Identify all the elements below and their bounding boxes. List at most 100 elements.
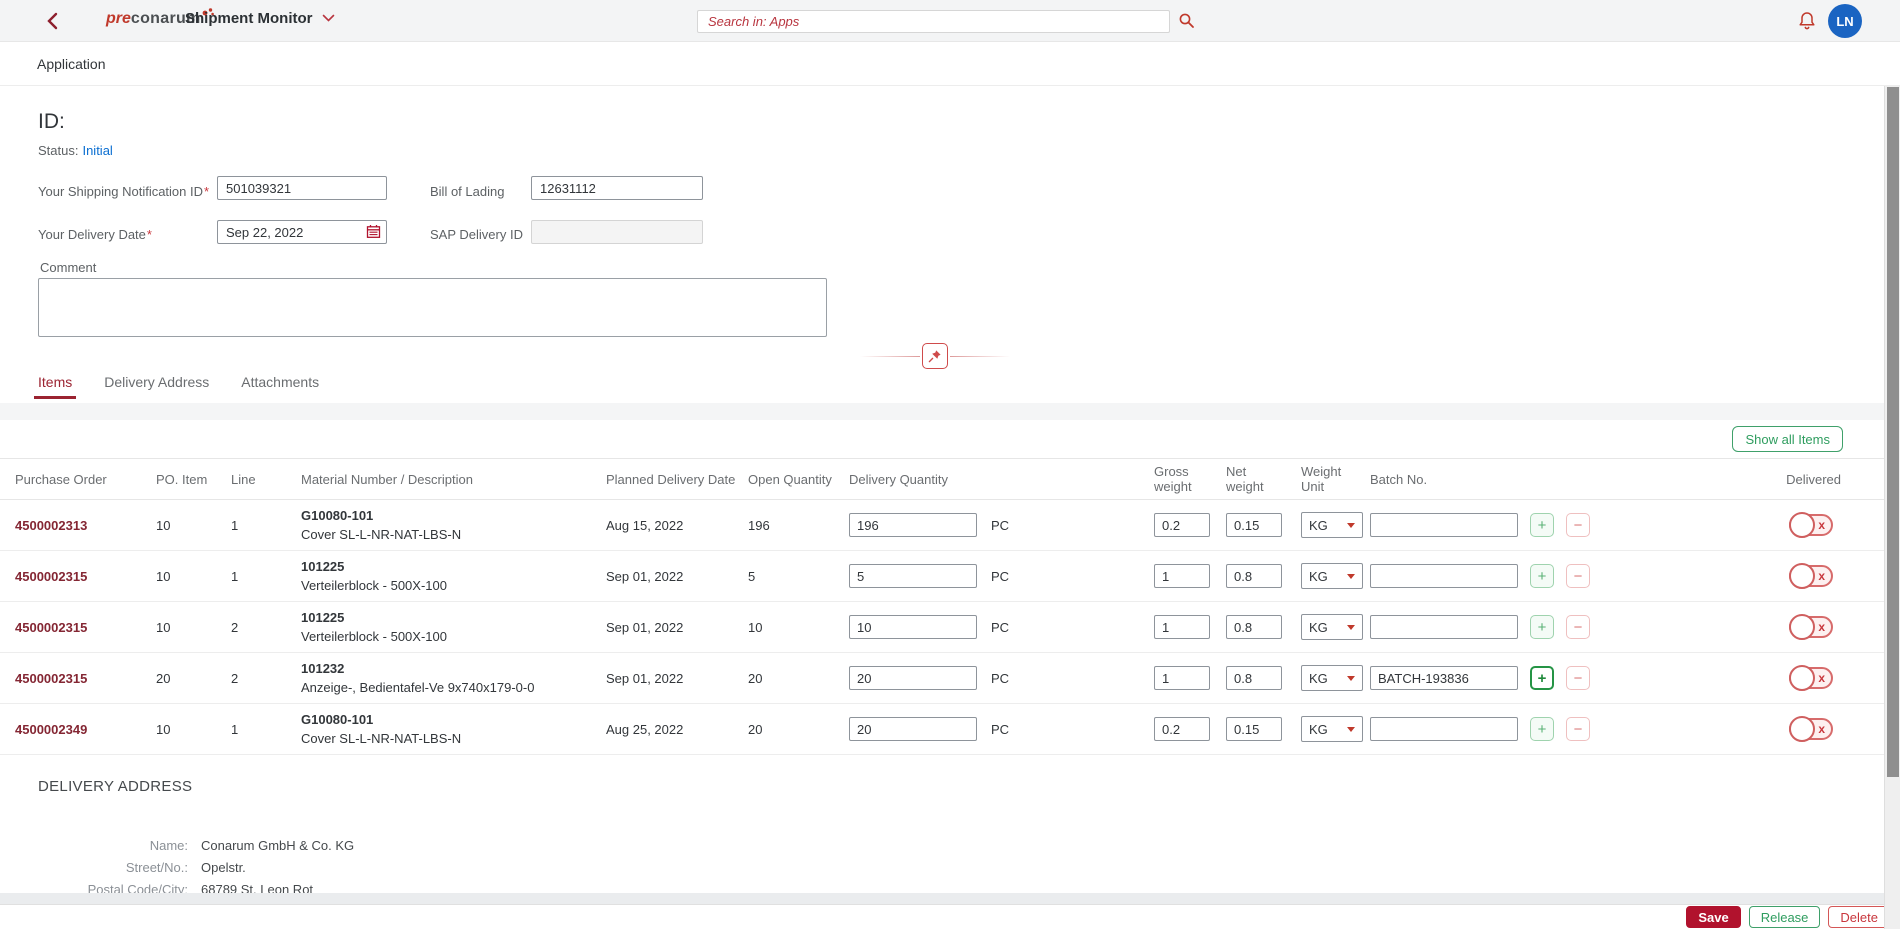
weight-unit-select[interactable]: KG (1301, 665, 1363, 691)
purchase-order-link[interactable]: 4500002315 (15, 569, 87, 584)
net-weight-input[interactable] (1226, 666, 1282, 690)
remove-batch-button[interactable]: − (1566, 717, 1590, 741)
add-batch-button[interactable]: + (1530, 666, 1554, 690)
tab-items[interactable]: Items (38, 374, 72, 399)
remove-batch-button[interactable]: − (1566, 564, 1590, 588)
save-button[interactable]: Save (1686, 906, 1740, 928)
delivered-toggle[interactable]: x (1789, 514, 1833, 536)
remove-batch-button[interactable]: − (1566, 666, 1590, 690)
add-batch-button[interactable]: + (1530, 615, 1554, 639)
show-all-items-button[interactable]: Show all Items (1732, 426, 1843, 452)
back-icon[interactable] (46, 12, 59, 35)
page-title: ID: (38, 110, 65, 134)
chevron-down-icon (322, 14, 335, 23)
footer-separator (0, 893, 1900, 904)
status-row: Status:Initial (38, 143, 113, 158)
delivery-date-input[interactable] (217, 220, 387, 244)
weight-unit-select[interactable]: KG (1301, 512, 1363, 538)
delivery-quantity-input[interactable] (849, 666, 977, 690)
add-batch-button[interactable]: + (1530, 513, 1554, 537)
weight-unit-select[interactable]: KG (1301, 614, 1363, 640)
release-button[interactable]: Release (1749, 906, 1821, 928)
net-weight-input[interactable] (1226, 513, 1282, 537)
po-item-cell: 10 (156, 518, 231, 533)
weight-unit-select[interactable]: KG (1301, 563, 1363, 589)
batch-input[interactable] (1370, 717, 1518, 741)
po-item-cell: 10 (156, 569, 231, 584)
batch-input[interactable] (1370, 564, 1518, 588)
delivered-toggle[interactable]: x (1789, 565, 1833, 587)
batch-input[interactable] (1370, 615, 1518, 639)
delivered-toggle[interactable]: x (1789, 667, 1833, 689)
tab-delivery-address[interactable]: Delivery Address (104, 374, 209, 399)
net-weight-input[interactable] (1226, 615, 1282, 639)
table-row: 4500002315 20 2 101232 Anzeige-, Bedient… (0, 653, 1884, 704)
delivery-quantity-input[interactable] (849, 717, 977, 741)
net-weight-input[interactable] (1226, 564, 1282, 588)
weight-unit-value: KG (1309, 722, 1328, 737)
net-weight-input[interactable] (1226, 717, 1282, 741)
notifications-bell-icon[interactable] (1798, 11, 1816, 35)
planned-date-cell: Aug 25, 2022 (606, 722, 748, 737)
address-name-row: Name: Conarum GmbH & Co. KG (38, 835, 354, 857)
open-quantity-cell: 5 (748, 569, 849, 584)
toggle-off-icon: x (1818, 569, 1825, 583)
line-cell: 2 (231, 671, 301, 686)
material-cell: 101232 Anzeige-, Bedientafel-Ve 9x740x17… (301, 659, 606, 697)
search-icon[interactable] (1178, 12, 1195, 34)
comment-textarea[interactable] (38, 278, 827, 337)
delivered-toggle[interactable]: x (1789, 718, 1833, 740)
toggle-knob (1789, 512, 1815, 538)
scrollbar-thumb[interactable] (1887, 87, 1899, 777)
delivery-date-label: Your Delivery Date* (38, 227, 152, 242)
material-number: G10080-101 (301, 710, 606, 729)
shipping-notification-input[interactable] (217, 176, 387, 200)
gross-weight-input[interactable] (1154, 564, 1210, 588)
line-cell: 1 (231, 569, 301, 584)
delivery-quantity-input[interactable] (849, 564, 977, 588)
purchase-order-link[interactable]: 4500002315 (15, 671, 87, 686)
purchase-order-link[interactable]: 4500002313 (15, 518, 87, 533)
table-body: 4500002313 10 1 G10080-101 Cover SL-L-NR… (0, 500, 1884, 755)
tab-attachments[interactable]: Attachments (241, 374, 319, 399)
gross-weight-input[interactable] (1154, 717, 1210, 741)
purchase-order-link[interactable]: 4500002349 (15, 722, 87, 737)
toggle-knob (1789, 614, 1815, 640)
batch-input[interactable] (1370, 513, 1518, 537)
gross-weight-input[interactable] (1154, 666, 1210, 690)
address-name-label: Name: (38, 835, 188, 857)
purchase-order-link[interactable]: 4500002315 (15, 620, 87, 635)
batch-input[interactable] (1370, 666, 1518, 690)
vertical-scrollbar[interactable] (1884, 86, 1900, 929)
col-material: Material Number / Description (301, 472, 606, 487)
remove-batch-button[interactable]: − (1566, 615, 1590, 639)
add-batch-button[interactable]: + (1530, 564, 1554, 588)
search-input[interactable] (697, 10, 1170, 33)
avatar[interactable]: LN (1828, 4, 1862, 38)
delivery-quantity-input[interactable] (849, 615, 977, 639)
delivered-toggle[interactable]: x (1789, 616, 1833, 638)
tab-bar: Items Delivery Address Attachments (38, 374, 319, 399)
col-weight-unit: Weight Unit (1301, 464, 1370, 494)
gross-weight-input[interactable] (1154, 513, 1210, 537)
gross-weight-input[interactable] (1154, 615, 1210, 639)
pin-header-button[interactable] (922, 343, 948, 369)
app-title-menu[interactable]: Shipment Monitor (185, 10, 335, 27)
delete-button[interactable]: Delete (1828, 906, 1890, 928)
table-header: Purchase Order PO. Item Line Material Nu… (0, 458, 1884, 500)
col-batch-no: Batch No. (1370, 472, 1530, 487)
bill-of-lading-label: Bill of Lading (430, 184, 504, 199)
remove-batch-button[interactable]: − (1566, 513, 1590, 537)
weight-unit-select[interactable]: KG (1301, 716, 1363, 742)
table-row: 4500002315 10 1 101225 Verteilerblock - … (0, 551, 1884, 602)
toggle-off-icon: x (1818, 518, 1825, 532)
unit-label: PC (991, 620, 1009, 635)
material-description: Anzeige-, Bedientafel-Ve 9x740x179-0-0 (301, 678, 606, 697)
add-batch-button[interactable]: + (1530, 717, 1554, 741)
toggle-off-icon: x (1818, 620, 1825, 634)
calendar-icon[interactable] (366, 224, 381, 244)
bill-of-lading-input[interactable] (531, 176, 703, 200)
delivery-quantity-input[interactable] (849, 513, 977, 537)
col-line: Line (231, 472, 301, 487)
items-panel: Show all Items Purchase Order PO. Item L… (0, 420, 1884, 929)
